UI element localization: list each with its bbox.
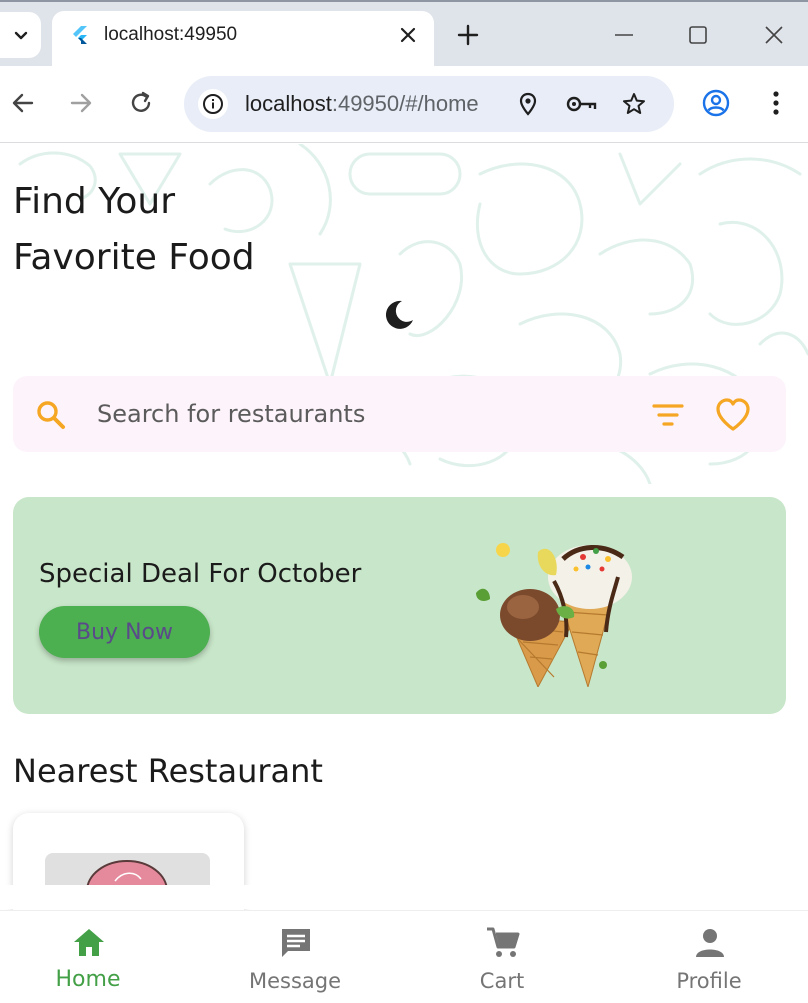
profile-icon — [696, 929, 724, 957]
browser-tab[interactable]: localhost:49950 — [52, 11, 434, 68]
maximize-icon[interactable] — [685, 22, 711, 48]
home-icon — [74, 929, 104, 956]
url-text[interactable]: localhost:49950/#/home — [245, 91, 479, 117]
flutter-icon — [73, 26, 87, 44]
close-window-icon[interactable] — [761, 22, 787, 48]
site-info-button[interactable] — [198, 89, 228, 119]
search-input[interactable] — [97, 394, 617, 434]
browser-tab-bar: localhost:49950 — [0, 0, 808, 68]
message-icon — [282, 929, 310, 957]
app-viewport: Find Your Favorite Food Special Deal For… — [0, 144, 808, 1003]
cart-icon — [487, 927, 520, 957]
bottom-navigation: Home Message Cart Profile — [0, 910, 808, 1003]
minimize-icon[interactable] — [611, 22, 637, 48]
reload-icon — [131, 91, 151, 112]
chevron-down-icon — [14, 31, 27, 40]
nav-cart-label: Cart — [479, 969, 525, 993]
arrow-right-icon — [70, 93, 92, 113]
new-tab-icon[interactable] — [455, 22, 481, 48]
nav-message[interactable]: Message — [194, 911, 396, 1003]
special-deal-banner: Special Deal For October Buy Now — [13, 497, 786, 714]
scroll-clip — [0, 885, 808, 909]
nav-cart[interactable]: Cart — [401, 911, 603, 1003]
url-host: localhost — [245, 91, 332, 116]
password-key-icon[interactable] — [565, 91, 597, 117]
search-bar — [13, 376, 786, 452]
nav-home-label: Home — [55, 967, 121, 992]
bookmark-star-icon[interactable] — [621, 91, 647, 117]
forward-button[interactable] — [66, 88, 96, 118]
ice-cream-image — [476, 543, 632, 687]
headline-line1: Find Your — [13, 181, 176, 222]
buy-now-button[interactable]: Buy Now — [39, 606, 210, 658]
nearest-restaurant-heading: Nearest Restaurant — [13, 752, 323, 790]
close-tab-icon[interactable] — [396, 23, 420, 47]
browser-toolbar: localhost:49950/#/home — [0, 66, 808, 143]
more-menu-icon[interactable] — [766, 89, 786, 117]
profile-avatar-icon[interactable] — [702, 89, 730, 117]
search-icon[interactable] — [35, 399, 67, 431]
arrow-left-icon — [12, 93, 34, 113]
nav-profile[interactable]: Profile — [608, 911, 808, 1003]
url-path: :49950/#/home — [331, 91, 479, 116]
deal-title: Special Deal For October — [39, 559, 362, 589]
reload-button[interactable] — [126, 88, 156, 118]
heart-icon[interactable] — [714, 397, 752, 433]
nav-profile-label: Profile — [676, 969, 742, 993]
dark-mode-moon-icon[interactable] — [382, 298, 416, 332]
tab-title: localhost:49950 — [104, 24, 238, 45]
filter-icon[interactable] — [651, 400, 685, 430]
nav-home[interactable]: Home — [0, 911, 189, 1003]
address-bar[interactable]: localhost:49950/#/home — [184, 76, 674, 132]
headline-line2: Favorite Food — [13, 237, 255, 278]
info-icon — [203, 94, 223, 114]
location-pin-icon[interactable] — [515, 91, 541, 117]
tab-search-button[interactable] — [0, 12, 41, 58]
back-button[interactable] — [8, 88, 38, 118]
nav-message-label: Message — [248, 969, 342, 993]
page-headline: Find Your Favorite Food — [13, 174, 255, 286]
